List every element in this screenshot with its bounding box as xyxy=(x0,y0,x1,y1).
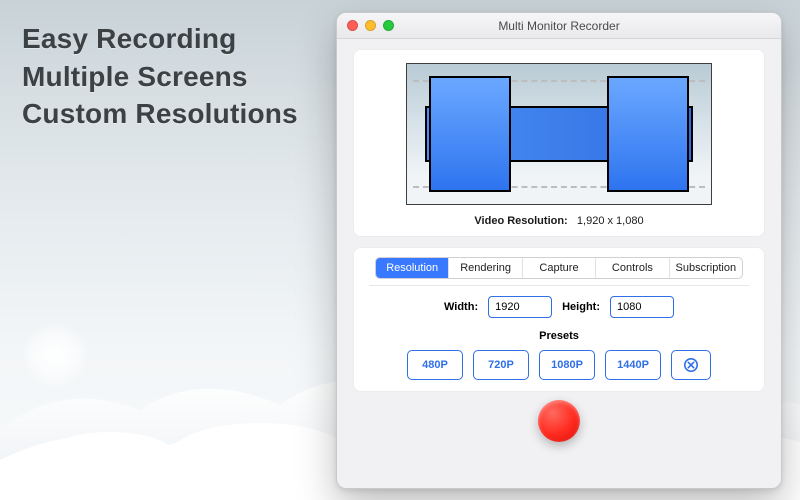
monitor-layout-preview[interactable] xyxy=(406,63,712,205)
controls-card: Resolution Rendering Capture Controls Su… xyxy=(353,247,765,392)
headline-line-2: Multiple Screens xyxy=(22,58,298,96)
video-resolution-label: Video Resolution: xyxy=(474,215,567,227)
tab-controls[interactable]: Controls xyxy=(596,258,669,278)
record-button[interactable] xyxy=(538,400,580,442)
width-label: Width: xyxy=(444,301,478,313)
dimension-inputs: Width: Height: xyxy=(353,296,765,318)
sun-glow xyxy=(20,320,90,390)
video-resolution-value: 1,920 x 1,080 xyxy=(577,215,644,227)
settings-tabs: Resolution Rendering Capture Controls Su… xyxy=(375,257,743,279)
height-label: Height: xyxy=(562,301,600,313)
preset-480p[interactable]: 480P xyxy=(407,350,463,380)
zoom-icon[interactable] xyxy=(383,20,394,31)
presets-title: Presets xyxy=(353,330,765,342)
headline: Easy Recording Multiple Screens Custom R… xyxy=(22,20,298,133)
minimize-icon[interactable] xyxy=(365,20,376,31)
app-window: Multi Monitor Recorder Video Resolution:… xyxy=(336,12,782,489)
preset-1080p[interactable]: 1080P xyxy=(539,350,595,380)
tab-rendering[interactable]: Rendering xyxy=(449,258,522,278)
record-row xyxy=(353,400,765,442)
height-input[interactable] xyxy=(610,296,674,318)
tab-resolution[interactable]: Resolution xyxy=(376,258,449,278)
window-title: Multi Monitor Recorder xyxy=(337,19,781,33)
window-body: Video Resolution: 1,920 x 1,080 Resoluti… xyxy=(337,39,781,450)
clear-icon xyxy=(683,357,699,373)
preset-1440p[interactable]: 1440P xyxy=(605,350,661,380)
preset-clear-button[interactable] xyxy=(671,350,711,380)
presets-row: 480P 720P 1080P 1440P xyxy=(353,350,765,380)
promo-stage: Easy Recording Multiple Screens Custom R… xyxy=(0,0,800,500)
monitor-right[interactable] xyxy=(607,76,689,192)
monitor-left[interactable] xyxy=(429,76,511,192)
preview-card: Video Resolution: 1,920 x 1,080 xyxy=(353,49,765,237)
tab-subscription[interactable]: Subscription xyxy=(670,258,742,278)
divider xyxy=(369,285,749,286)
preset-720p[interactable]: 720P xyxy=(473,350,529,380)
traffic-lights xyxy=(347,20,394,31)
tab-capture[interactable]: Capture xyxy=(523,258,596,278)
headline-line-3: Custom Resolutions xyxy=(22,95,298,133)
close-icon[interactable] xyxy=(347,20,358,31)
video-resolution-line: Video Resolution: 1,920 x 1,080 xyxy=(367,215,751,227)
width-input[interactable] xyxy=(488,296,552,318)
titlebar: Multi Monitor Recorder xyxy=(337,13,781,39)
headline-line-1: Easy Recording xyxy=(22,20,298,58)
